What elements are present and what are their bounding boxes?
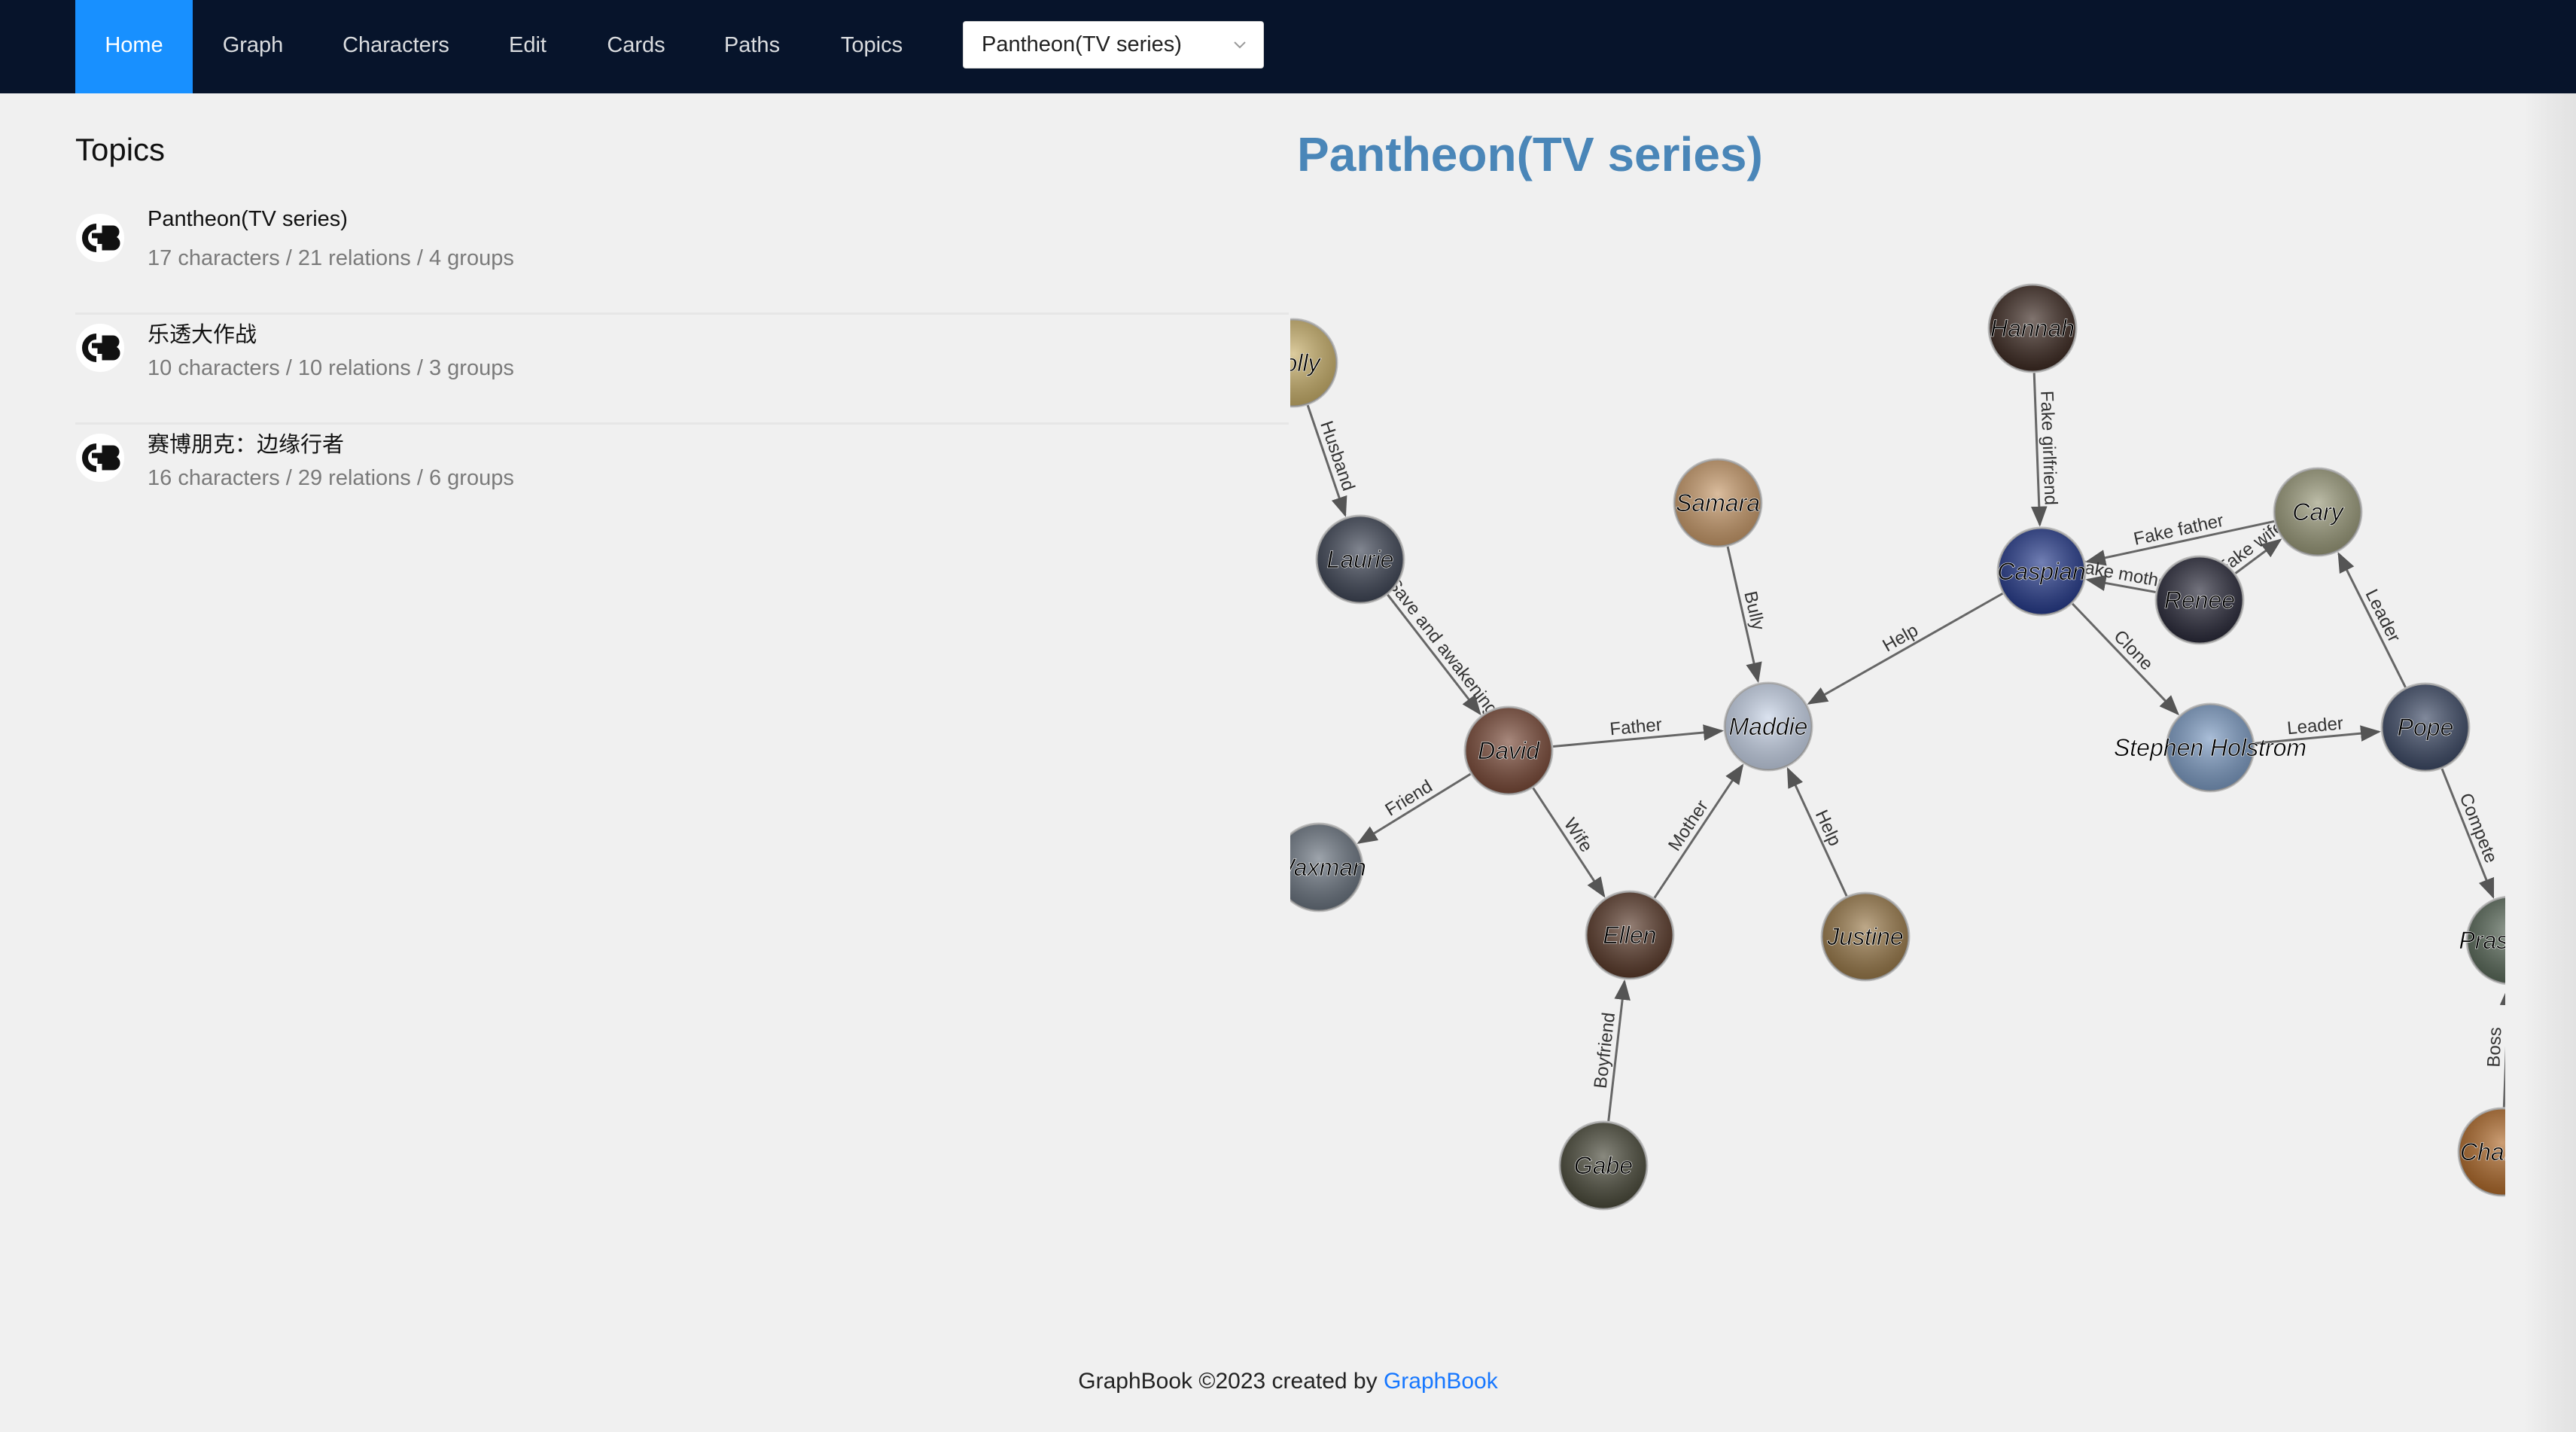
relation-label: Fake girlfriend xyxy=(2036,390,2061,505)
relation-label: Fake father xyxy=(2132,510,2225,550)
character-node[interactable]: Gabe xyxy=(1558,1120,1649,1211)
character-name: Chanda xyxy=(2460,1138,2505,1165)
character-name: Renee xyxy=(2164,587,2235,614)
topic-select[interactable]: Pantheon(TV series) xyxy=(963,21,1264,69)
topic-name[interactable]: 乐透大作战 xyxy=(148,317,257,349)
nav-topics[interactable]: Topics xyxy=(808,0,935,93)
relation-label: Husband xyxy=(1316,419,1359,494)
graph-canvas[interactable]: Husband Save and awakening Bully Fake girlf… xyxy=(1290,271,2505,1242)
topic-item[interactable]: 乐透大作战 10 characters / 10 relations / 3 g… xyxy=(75,317,1289,425)
character-name: Stephen Holstrom xyxy=(2114,734,2307,761)
graphbook-logo-icon xyxy=(76,434,124,482)
nav-cards[interactable]: Cards xyxy=(577,0,696,93)
character-name: Pope xyxy=(2398,714,2454,741)
graphbook-logo-icon xyxy=(76,214,124,262)
topic-item[interactable]: 赛博朋克：边缘行者 16 characters / 29 relations /… xyxy=(75,427,1289,532)
character-name: Caspian xyxy=(1997,558,2085,585)
character-name: Cary xyxy=(2292,498,2345,526)
character-name: Maddie xyxy=(1729,713,1808,740)
relation-label: Save and awakening xyxy=(1384,574,1503,720)
character-node[interactable]: Justine xyxy=(1820,891,1911,982)
character-name: Hannah xyxy=(1990,315,2075,342)
nav-graph[interactable]: Graph xyxy=(193,0,313,93)
relation-edge[interactable] xyxy=(1652,763,1744,900)
topic-name[interactable]: Pantheon(TV series) xyxy=(148,207,348,232)
relation-label: Leader xyxy=(2361,586,2404,645)
relation-label: Compete xyxy=(2456,791,2501,866)
character-node[interactable]: Prasanna xyxy=(2459,895,2505,986)
topic-name[interactable]: 赛博朋克：边缘行者 xyxy=(148,427,344,459)
character-node[interactable]: David xyxy=(1463,705,1554,796)
character-node[interactable]: Samara xyxy=(1673,458,1763,548)
nav-edit[interactable]: Edit xyxy=(479,0,577,93)
character-node[interactable]: Holly xyxy=(1290,318,1338,408)
character-node[interactable]: Caspian xyxy=(1996,526,2087,617)
character-node[interactable]: Pope xyxy=(2380,682,2471,772)
character-name: Laurie xyxy=(1327,546,1394,573)
topics-heading: Topics xyxy=(75,132,166,167)
top-navbar: Home Graph Characters Edit Cards Paths T… xyxy=(0,0,2576,93)
character-name: Samara xyxy=(1676,489,1760,516)
character-node[interactable]: Stephen Holstrom xyxy=(2114,702,2307,793)
topic-stats: 17 characters / 21 relations / 4 groups xyxy=(148,246,514,270)
footer: GraphBook ©2023 created by GraphBook xyxy=(0,1369,2576,1394)
character-node[interactable]: Ellen xyxy=(1585,890,1675,980)
relation-label: Boss xyxy=(2483,1027,2505,1068)
character-name: Gabe xyxy=(1574,1152,1633,1179)
character-node[interactable]: Renee xyxy=(2154,555,2245,645)
character-name: Ellen xyxy=(1603,922,1656,949)
topic-select-value: Pantheon(TV series) xyxy=(982,32,1182,56)
character-name: Prasanna xyxy=(2459,927,2505,954)
relation-label: Father xyxy=(1609,714,1663,739)
chevron-down-icon xyxy=(1234,41,1246,49)
footer-link[interactable]: GraphBook xyxy=(1384,1369,1498,1394)
footer-text: GraphBook ©2023 created by xyxy=(1078,1369,1378,1394)
topic-item[interactable]: Pantheon(TV series) 17 characters / 21 r… xyxy=(75,207,1289,315)
nav-paths[interactable]: Paths xyxy=(696,0,808,93)
character-name: David xyxy=(1478,737,1540,764)
relation-label: Bully xyxy=(1740,590,1768,632)
character-name: Holly xyxy=(1290,349,1322,376)
relation-edge[interactable] xyxy=(1386,593,1481,716)
character-node[interactable]: Cary xyxy=(2273,467,2363,557)
character-name: Justine xyxy=(1826,923,1903,950)
topic-stats: 16 characters / 29 relations / 6 groups xyxy=(148,466,514,490)
character-name: Waxman xyxy=(1290,854,1366,881)
relation-label: Boyfriend xyxy=(1591,1011,1619,1089)
relation-label: Friend xyxy=(1382,776,1436,821)
nav-characters[interactable]: Characters xyxy=(313,0,479,93)
character-node[interactable]: Hannah xyxy=(1987,283,2078,373)
character-node[interactable]: Waxman xyxy=(1290,822,1366,913)
character-node[interactable]: Maddie xyxy=(1723,681,1813,772)
nav-home[interactable]: Home xyxy=(75,0,193,93)
graphbook-logo-icon xyxy=(76,324,124,372)
character-node[interactable]: Laurie xyxy=(1315,514,1405,605)
topic-stats: 10 characters / 10 relations / 3 groups xyxy=(148,356,514,380)
page-scrollbar[interactable] xyxy=(2523,93,2576,1432)
character-node[interactable]: Chanda xyxy=(2457,1107,2505,1197)
graph-title: Pantheon(TV series) xyxy=(1297,127,1763,181)
relation-edge[interactable] xyxy=(1807,592,2005,705)
relationship-graph[interactable]: Husband Save and awakening Bully Fake girlf… xyxy=(1290,271,2505,1242)
